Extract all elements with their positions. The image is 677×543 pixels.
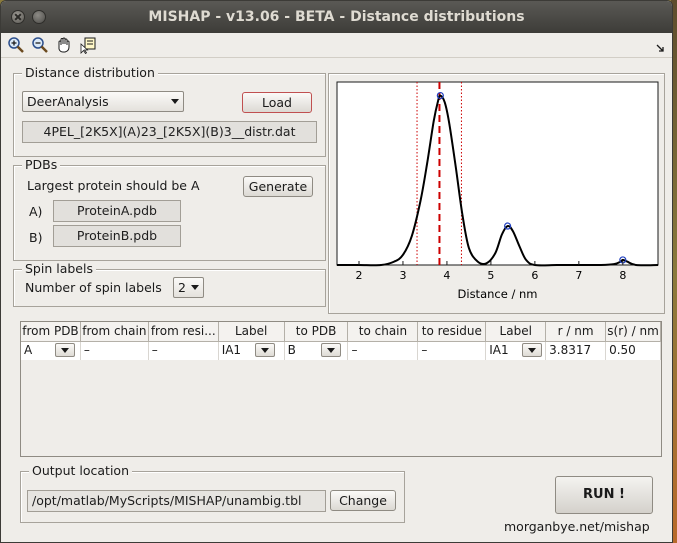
window-title: MISHAP - v13.06 - BETA - Distance distri… <box>148 9 525 25</box>
column-header[interactable]: from chain <box>81 322 149 341</box>
column-header[interactable]: from resi... <box>149 322 219 341</box>
table-cell[interactable]: B <box>285 342 349 360</box>
cell-value: IA1 <box>489 343 509 357</box>
cell-value: B <box>287 343 296 357</box>
cell-dropdown-icon[interactable] <box>522 343 543 357</box>
x-tick-label: 4 <box>443 269 450 282</box>
table-cell[interactable]: – <box>348 342 419 360</box>
pan-hand-icon[interactable] <box>55 36 73 54</box>
x-tick-label: 6 <box>531 269 538 282</box>
pdb-a-label: A) <box>29 204 43 219</box>
x-tick-label: 5 <box>487 269 494 282</box>
distance-restraints-table[interactable]: from PDB from chain from resi... Label to PD… <box>20 321 662 457</box>
x-tick-label: 2 <box>355 269 362 282</box>
table-cell[interactable]: – <box>418 342 487 360</box>
spin-count-value: 2 <box>178 280 186 295</box>
cell-dropdown-icon[interactable] <box>254 343 275 357</box>
source-select-value: DeerAnalysis <box>27 94 109 109</box>
load-button[interactable]: Load <box>242 92 312 113</box>
app-window: MISHAP - v13.06 - BETA - Distance distri… <box>0 0 673 543</box>
chevron-down-icon <box>171 99 179 104</box>
figure-toolbar <box>1 33 672 58</box>
source-select[interactable]: DeerAnalysis <box>22 91 184 112</box>
zoom-in-icon[interactable] <box>7 36 25 54</box>
cell-value: IA1 <box>221 343 242 357</box>
x-tick-label: 8 <box>619 269 626 282</box>
spin-labels-panel: Spin labels Number of spin labels 2 <box>13 262 326 307</box>
x-tick-label: 3 <box>399 269 406 282</box>
column-header[interactable]: to residue <box>418 322 487 341</box>
spin-count-select[interactable]: 2 <box>173 277 204 298</box>
column-header[interactable]: s(r) / nm <box>606 322 661 341</box>
column-header[interactable]: r / nm <box>546 322 607 341</box>
output-path-field[interactable]: /opt/matlab/MyScripts/MISHAP/unambig.tbl <box>27 490 326 512</box>
panel-title: PDBs <box>22 158 61 172</box>
cell-value: A <box>24 343 33 357</box>
change-button[interactable]: Change <box>330 490 396 511</box>
x-tick-label: 7 <box>575 269 582 282</box>
chevron-down-icon <box>191 285 199 290</box>
distance-distribution-panel: Distance distribution DeerAnalysis Load … <box>13 66 326 157</box>
table-cell[interactable]: – <box>149 342 219 360</box>
cell-value: – <box>83 343 90 357</box>
cell-value: – <box>351 343 358 357</box>
title-bar: MISHAP - v13.06 - BETA - Distance distri… <box>1 1 672 33</box>
pdb-hint-text: Largest protein should be A <box>27 178 200 193</box>
column-header[interactable]: to PDB <box>285 322 349 341</box>
panel-title: Distance distribution <box>22 66 158 80</box>
pdb-b-field: ProteinB.pdb <box>53 225 181 247</box>
run-button[interactable]: RUN ! <box>555 476 653 514</box>
column-header[interactable]: Label <box>219 322 285 341</box>
cell-dropdown-icon[interactable] <box>55 343 75 357</box>
dock-arrow-icon[interactable] <box>656 41 664 52</box>
table-header: from PDB from chain from resi... Label to PD… <box>21 322 661 342</box>
cell-dropdown-icon[interactable] <box>320 343 341 357</box>
pdbs-panel: PDBs Largest protein should be A Generat… <box>13 158 326 261</box>
table-row[interactable]: A – – IA1 B – – IA1 3.8317 0.50 <box>21 342 661 360</box>
plot-panel: 2 3 4 5 6 7 8 Distance / nm <box>328 73 665 314</box>
table-cell[interactable]: A <box>21 342 81 360</box>
data-cursor-icon[interactable] <box>79 36 97 54</box>
table-cell[interactable]: IA1 <box>219 342 285 360</box>
pdb-a-field: ProteinA.pdb <box>53 200 181 222</box>
column-header[interactable]: from PDB <box>21 322 81 341</box>
footer-link[interactable]: morganbye.net/mishap <box>504 519 650 534</box>
output-location-panel: Output location /opt/matlab/MyScripts/MI… <box>20 464 405 523</box>
table-cell[interactable]: IA1 <box>486 342 547 360</box>
column-header[interactable]: to chain <box>348 322 419 341</box>
table-cell[interactable]: 0.50 <box>606 342 661 360</box>
cell-value: – <box>421 343 428 357</box>
panel-title: Spin labels <box>22 262 96 276</box>
column-header[interactable]: Label <box>486 322 547 341</box>
distance-plot: 2 3 4 5 6 7 8 Distance / nm <box>336 81 659 301</box>
table-cell[interactable]: 3.8317 <box>546 342 607 360</box>
cell-value: 3.8317 <box>549 343 592 357</box>
distribution-filename-field: 4PEL_[2K5X](A)23_[2K5X](B)3__distr.dat <box>22 121 317 143</box>
cell-value: – <box>151 343 158 357</box>
panel-title: Output location <box>29 464 132 478</box>
generate-button[interactable]: Generate <box>243 176 313 197</box>
cell-value: 0.50 <box>609 343 636 357</box>
spin-count-label: Number of spin labels <box>25 280 162 295</box>
x-axis-label: Distance / nm <box>458 287 538 301</box>
table-cell[interactable]: – <box>81 342 149 360</box>
pdb-b-label: B) <box>29 230 43 245</box>
zoom-out-icon[interactable] <box>31 36 49 54</box>
